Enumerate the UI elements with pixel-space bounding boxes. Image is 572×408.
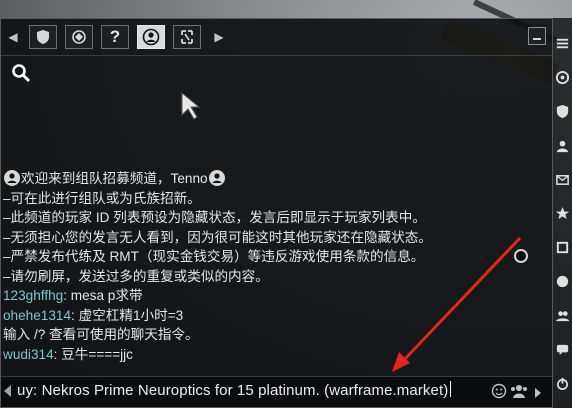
tab-clan[interactable] [29,25,57,49]
gear-icon[interactable] [555,70,570,85]
inventory-icon[interactable] [555,240,570,255]
chat-window: ◀ ? ▶ 欢迎来到组队招募频道，Tenno –可在此进行组队或为氏族招新。 –… [0,18,553,408]
tab-recruiting[interactable] [137,25,165,49]
tab-scroll-right-icon[interactable]: ▶ [213,29,225,45]
chevron-left-icon[interactable] [4,385,11,397]
message-text: : mesa p求带 [63,288,143,303]
username-link[interactable]: wudi314 [3,347,54,362]
search-icon[interactable] [11,63,31,88]
text-caret [450,381,452,397]
trade-icon [181,30,193,44]
scroll-indicator[interactable] [514,249,528,263]
expand-right-icon[interactable] [533,386,543,404]
username-link[interactable]: ohehe1314 [3,308,71,323]
mouse-cursor-icon [180,91,202,126]
chat-message: –请勿刷屏，发送过多的重复或类似的内容。 [3,268,269,284]
chat-message: –无须担心您的发言无人看到，因为很可能这时其他玩家还在隐藏状态。 [3,229,432,245]
username-link[interactable]: 123ghffhg [3,288,63,303]
mail-icon[interactable] [555,172,570,187]
chat-message: ohehe1314: 虚空杠精1小时=3 [3,306,543,326]
minimize-button[interactable] [528,27,546,45]
star-icon[interactable] [555,206,570,221]
message-text: : 豆牛====jjc [53,346,133,362]
tab-alliance[interactable] [65,25,93,49]
emoji-icon[interactable] [491,383,507,404]
menu-icon[interactable] [555,36,570,51]
recruit-icon [142,28,160,46]
chat-message: –此频道的玩家 ID 列表预设为隐藏状态，发言后即显示于玩家列表中。 [3,210,426,225]
chat-tab-bar: ◀ ? ▶ [1,19,552,56]
chat-icon[interactable] [555,342,570,357]
chat-input-bar: uy: Nekros Prime Neuroptics for 15 plati… [1,376,552,407]
alliance-icon [72,30,86,44]
tab-trading[interactable] [173,25,201,49]
chat-message-list: 欢迎来到组队招募频道，Tenno –可在此进行组队或为氏族招新。 –此频道的玩家… [3,169,543,364]
chat-message: 输入 /? 查看可使用的聊天指令。 [3,327,199,342]
tab-help[interactable]: ? [101,25,129,49]
recruit-icon [3,169,21,187]
chat-message: 123ghffhg: mesa p求带 [3,286,543,306]
market-icon[interactable] [555,274,570,289]
friends-icon[interactable] [555,308,570,323]
chat-message: –可在此进行组队或为氏族招新。 [3,190,201,206]
chat-message: –严禁发布代练及 RMT（现实金钱交易）等违反游戏使用条款的信息。 [3,249,425,264]
message-text: 欢迎来到组队招募频道，Tenno [21,171,208,186]
chat-message: 欢迎来到组队招募频道，Tenno [3,169,543,189]
shield-icon [37,30,49,44]
shield-icon[interactable] [555,104,570,119]
message-text: : 虚空杠精1小时=3 [71,307,184,323]
profile-icon[interactable] [555,138,570,153]
recruit-icon [208,169,226,187]
power-icon[interactable] [555,376,570,391]
players-icon[interactable] [509,383,529,404]
chat-message: wudi314: 豆牛====jjc [3,345,543,365]
question-icon: ? [109,27,121,46]
tab-scroll-left-icon[interactable]: ◀ [7,29,19,45]
right-icon-strip [553,18,572,408]
chat-input-value: uy: Nekros Prime Neuroptics for 15 plati… [17,382,449,399]
chat-input[interactable]: uy: Nekros Prime Neuroptics for 15 plati… [17,381,452,399]
